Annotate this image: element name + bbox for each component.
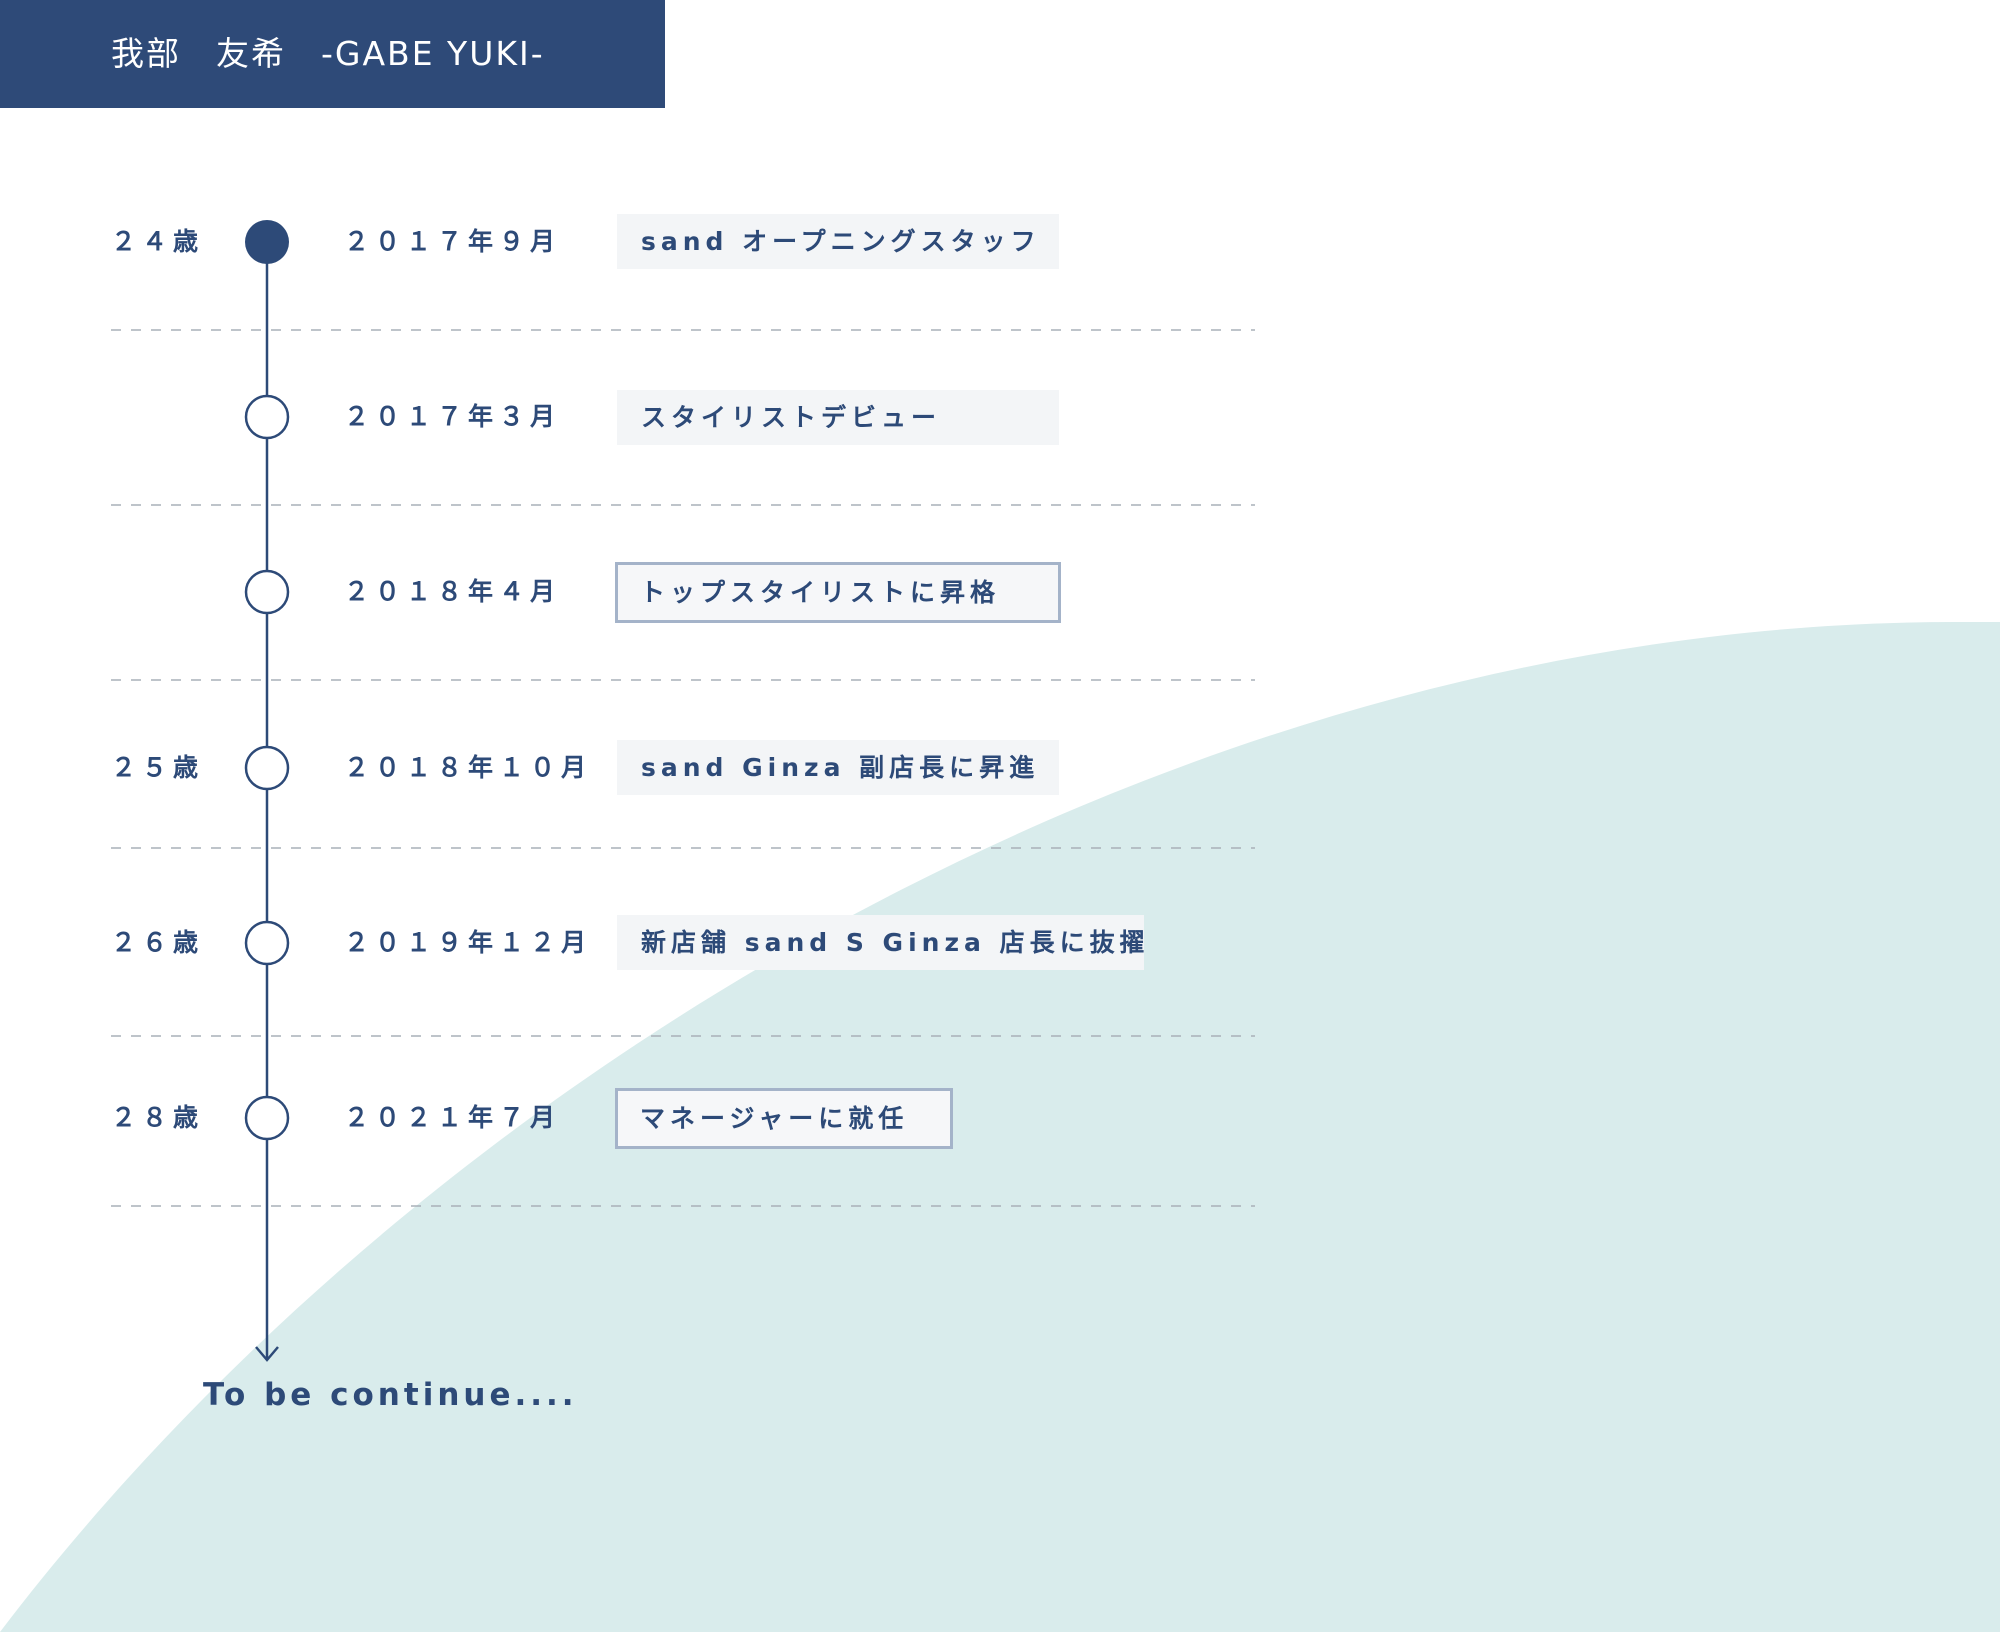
header-banner: 我部 友希 -GABE YUKI-	[0, 0, 665, 108]
timeline-dot	[244, 569, 290, 615]
event-badge: スタイリストデビュー	[617, 390, 1059, 445]
age-label: ２８歳	[111, 1103, 205, 1132]
age-label: ２６歳	[111, 928, 205, 957]
profile-name: 我部 友希 -GABE YUKI-	[111, 34, 545, 73]
date-label: ２０１８年１０月	[344, 753, 593, 782]
timeline-dot	[244, 1095, 290, 1141]
date-label: ２０１７年３月	[344, 402, 562, 431]
timeline-dot	[244, 920, 290, 966]
event-badge: 新店舗 sand S Ginza 店長に抜擢	[617, 915, 1145, 970]
timeline-dot-filled	[245, 220, 289, 264]
event-badge: sand Ginza 副店長に昇進	[617, 740, 1059, 795]
age-label: ２４歳	[111, 227, 205, 256]
age-label: ２５歳	[111, 753, 205, 782]
continue-label: To be continue....	[203, 1377, 578, 1413]
date-label: ２０１７年９月	[344, 227, 562, 256]
event-badge-highlight: トップスタイリストに昇格	[615, 562, 1061, 623]
event-badge-highlight: マネージャーに就任	[615, 1088, 953, 1149]
timeline-dot	[244, 394, 290, 440]
date-label: ２０１８年４月	[344, 577, 562, 606]
timeline-dot	[244, 745, 290, 791]
event-badge: sand オープニングスタッフ	[617, 214, 1059, 269]
date-label: ２０１９年１２月	[344, 928, 593, 957]
date-label: ２０２１年７月	[344, 1103, 562, 1132]
